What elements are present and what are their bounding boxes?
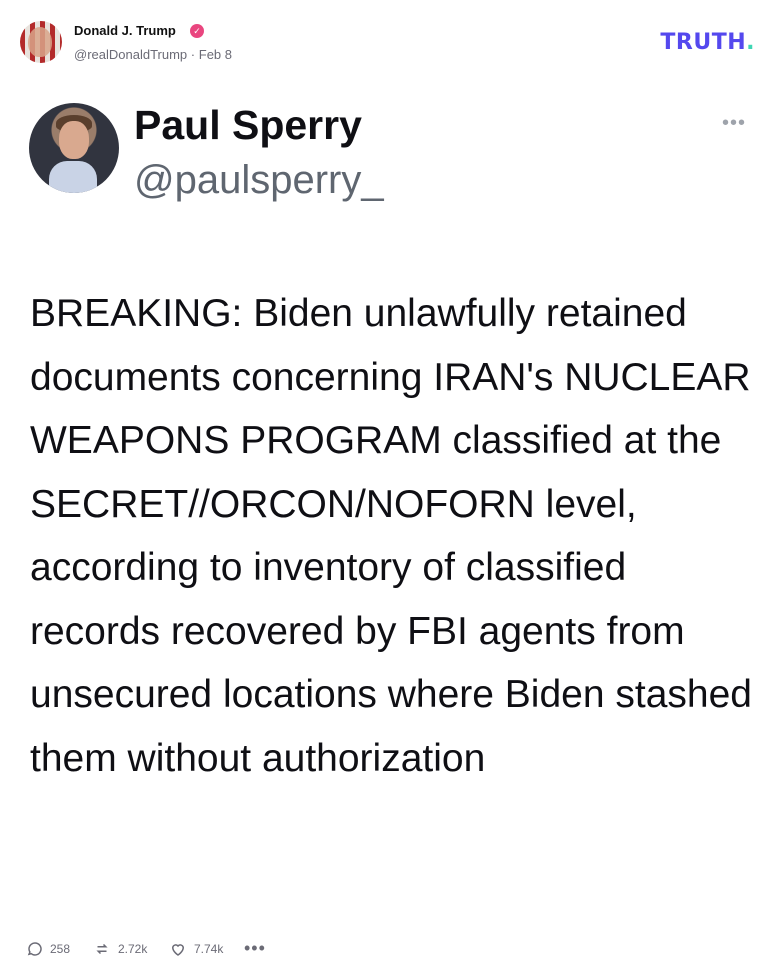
author-name[interactable]: Donald J. Trump xyxy=(74,23,176,38)
author-avatar[interactable] xyxy=(20,21,62,63)
avatar-face xyxy=(59,121,89,159)
quoted-post-text: BREAKING: Biden unlawfully retained docu… xyxy=(30,292,752,780)
logo-dot: . xyxy=(746,30,755,55)
like-button[interactable]: 7.74k xyxy=(168,940,223,958)
post-date[interactable]: Feb 8 xyxy=(199,47,232,62)
verified-badge-icon: ✓ xyxy=(190,24,204,38)
quoted-author-avatar xyxy=(29,103,119,193)
more-actions-button[interactable]: ••• xyxy=(244,938,266,959)
reply-button[interactable]: 258 xyxy=(26,940,70,958)
logo-text: TRUTH xyxy=(660,30,747,55)
retruth-button[interactable]: 2.72k xyxy=(92,940,147,958)
quoted-author-handle: @paulsperry_ xyxy=(134,158,384,202)
reply-icon xyxy=(27,942,42,956)
truth-logo[interactable]: TRUTH. xyxy=(660,30,755,55)
handle-and-date: @realDonaldTrump · Feb 8 xyxy=(74,47,232,62)
quoted-post-image[interactable]: Paul Sperry @paulsperry_ ••• BREAKING: B… xyxy=(0,86,777,926)
quoted-author-name: Paul Sperry xyxy=(134,102,362,148)
author-handle[interactable]: @realDonaldTrump xyxy=(74,47,187,62)
reply-count: 258 xyxy=(50,942,71,956)
separator: · xyxy=(190,47,196,62)
like-count: 7.74k xyxy=(194,942,224,956)
post-header: Donald J. Trump ✓ @realDonaldTrump · Feb… xyxy=(0,0,777,80)
heart-icon xyxy=(171,944,185,956)
retruth-icon xyxy=(96,943,108,955)
avatar-shirt xyxy=(49,161,97,193)
more-horizontal-icon: ••• xyxy=(722,112,747,134)
retruth-count: 2.72k xyxy=(118,942,148,956)
post-actions: 258 2.72k 7.74k ••• xyxy=(0,930,777,980)
